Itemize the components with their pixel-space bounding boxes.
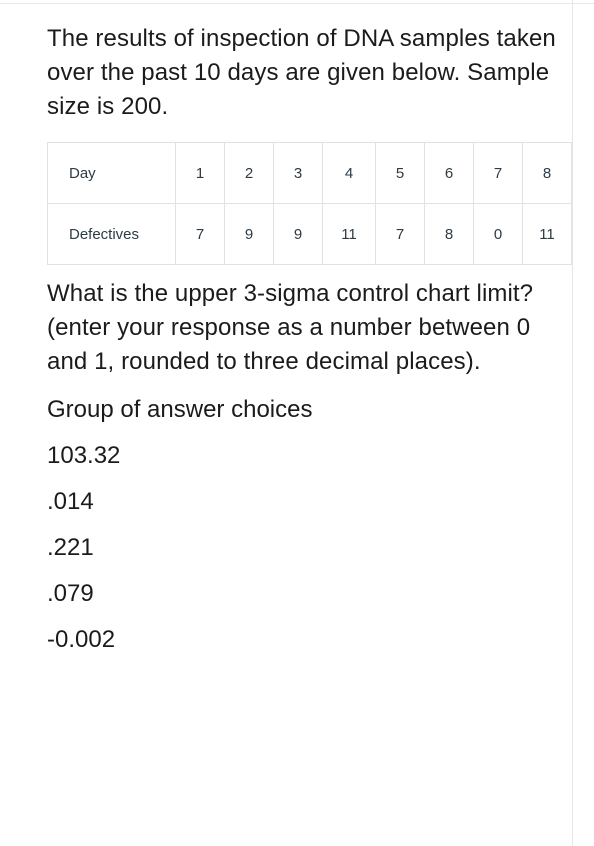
day-cell-6: 6	[424, 142, 474, 204]
defectives-cell-5: 7	[375, 203, 425, 265]
answer-choice-2[interactable]: .014	[47, 485, 572, 519]
answer-choice-4[interactable]: .079	[47, 577, 572, 611]
intro-paragraph: The results of inspection of DNA samples…	[47, 25, 556, 120]
row-header-defectives: Defectives	[47, 203, 176, 265]
defectives-cell-6: 8	[424, 203, 474, 265]
day-cell-2: 2	[224, 142, 274, 204]
day-cell-3: 3	[273, 142, 323, 204]
question-content: The results of inspection of DNA samples…	[47, 22, 572, 669]
day-cell-7: 7	[473, 142, 523, 204]
answer-choice-1[interactable]: 103.32	[47, 439, 572, 473]
row-header-day: Day	[47, 142, 176, 204]
table-row: Day 1 2 3 4 5 6 7 8	[47, 142, 572, 204]
page-frame: The results of inspection of DNA samples…	[0, 0, 594, 846]
table-row: Defectives 7 9 9 11 7 8 0 11	[47, 203, 572, 265]
defectives-cell-8: 11	[522, 203, 572, 265]
answer-choices-heading: Group of answer choices	[47, 396, 313, 423]
defectives-cell-4: 11	[322, 203, 376, 265]
answer-choice-3[interactable]: .221	[47, 531, 572, 565]
day-cell-8: 8	[522, 142, 572, 204]
answer-choices-list: 103.32 .014 .221 .079 -0.002	[47, 439, 572, 657]
defectives-cell-1: 7	[175, 203, 225, 265]
defectives-cell-2: 9	[224, 203, 274, 265]
question-paragraph: What is the upper 3-sigma control chart …	[47, 280, 534, 375]
defectives-data-table: Day 1 2 3 4 5 6 7 8 Defectives 7 9 9 11 …	[47, 142, 572, 265]
day-cell-1: 1	[175, 142, 225, 204]
answer-choice-5[interactable]: -0.002	[47, 623, 572, 657]
top-divider	[0, 3, 594, 4]
right-page-border	[572, 0, 573, 846]
data-table-wrapper: Day 1 2 3 4 5 6 7 8 Defectives 7 9 9 11 …	[47, 138, 572, 277]
day-cell-4: 4	[322, 142, 376, 204]
defectives-cell-7: 0	[473, 203, 523, 265]
defectives-cell-3: 9	[273, 203, 323, 265]
day-cell-5: 5	[375, 142, 425, 204]
